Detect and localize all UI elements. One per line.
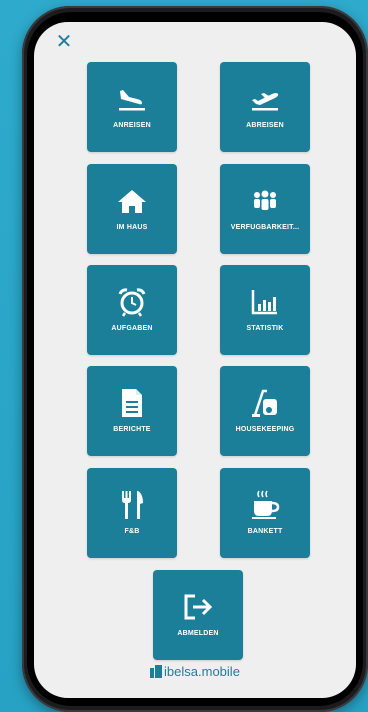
menu-tile-bankett[interactable]: BANKETT: [220, 468, 310, 558]
coffee-cup-icon: [220, 490, 310, 520]
menu-tile-fb[interactable]: F&B: [87, 468, 177, 558]
house-icon: [87, 186, 177, 216]
plane-landing-icon: [87, 84, 177, 114]
tile-label: ABREISEN: [246, 122, 284, 129]
tile-label: F&B: [124, 528, 140, 535]
brand-name: ibelsa: [164, 664, 199, 679]
tile-label: BERICHTE: [113, 426, 151, 433]
logout-icon: [153, 592, 243, 622]
menu-tile-statistik[interactable]: STATISTIK: [220, 265, 310, 355]
tile-label: HOUSEKEEPING: [235, 426, 295, 433]
menu-tile-berichte[interactable]: BERICHTE: [87, 366, 177, 456]
ibelsa-logo-icon: [150, 665, 163, 681]
menu-tile-aufgaben[interactable]: AUFGABEN: [87, 265, 177, 355]
close-icon[interactable]: ✕: [54, 32, 74, 52]
bar-chart-icon: [220, 287, 310, 317]
brand-suffix: .mobile: [198, 664, 240, 679]
menu-tile-housekeeping[interactable]: HOUSEKEEPING: [220, 366, 310, 456]
document-icon: [87, 388, 177, 418]
brand-logo: ibelsa.mobile: [34, 664, 356, 681]
tile-label: AUFGABEN: [111, 325, 153, 332]
tile-label: IM HAUS: [116, 224, 148, 231]
tile-label: ABMELDEN: [177, 630, 219, 637]
tile-label: STATISTIK: [246, 325, 284, 332]
app-screen: ✕ ANREISEN ABREISEN IM HAUS VERFÜGBARKEI…: [34, 22, 356, 698]
plane-departure-icon: [220, 84, 310, 114]
menu-tile-abmelden[interactable]: ABMELDEN: [153, 570, 243, 660]
app-stage: ✕ ANREISEN ABREISEN IM HAUS VERFÜGBARKEI…: [0, 0, 368, 712]
tile-label: ANREISEN: [113, 122, 151, 129]
tile-label: BANKETT: [247, 528, 283, 535]
menu-tile-im-haus[interactable]: IM HAUS: [87, 164, 177, 254]
tile-label: VERFÜGBARKEIT...: [230, 224, 300, 231]
vacuum-cleaner-icon: [220, 388, 310, 418]
cutlery-icon: [87, 490, 177, 520]
group-people-icon: [220, 186, 310, 216]
alarm-clock-icon: [87, 287, 177, 317]
menu-tile-anreisen[interactable]: ANREISEN: [87, 62, 177, 152]
menu-tile-abreisen[interactable]: ABREISEN: [220, 62, 310, 152]
menu-tile-verfuegbarkeit[interactable]: VERFÜGBARKEIT...: [220, 164, 310, 254]
